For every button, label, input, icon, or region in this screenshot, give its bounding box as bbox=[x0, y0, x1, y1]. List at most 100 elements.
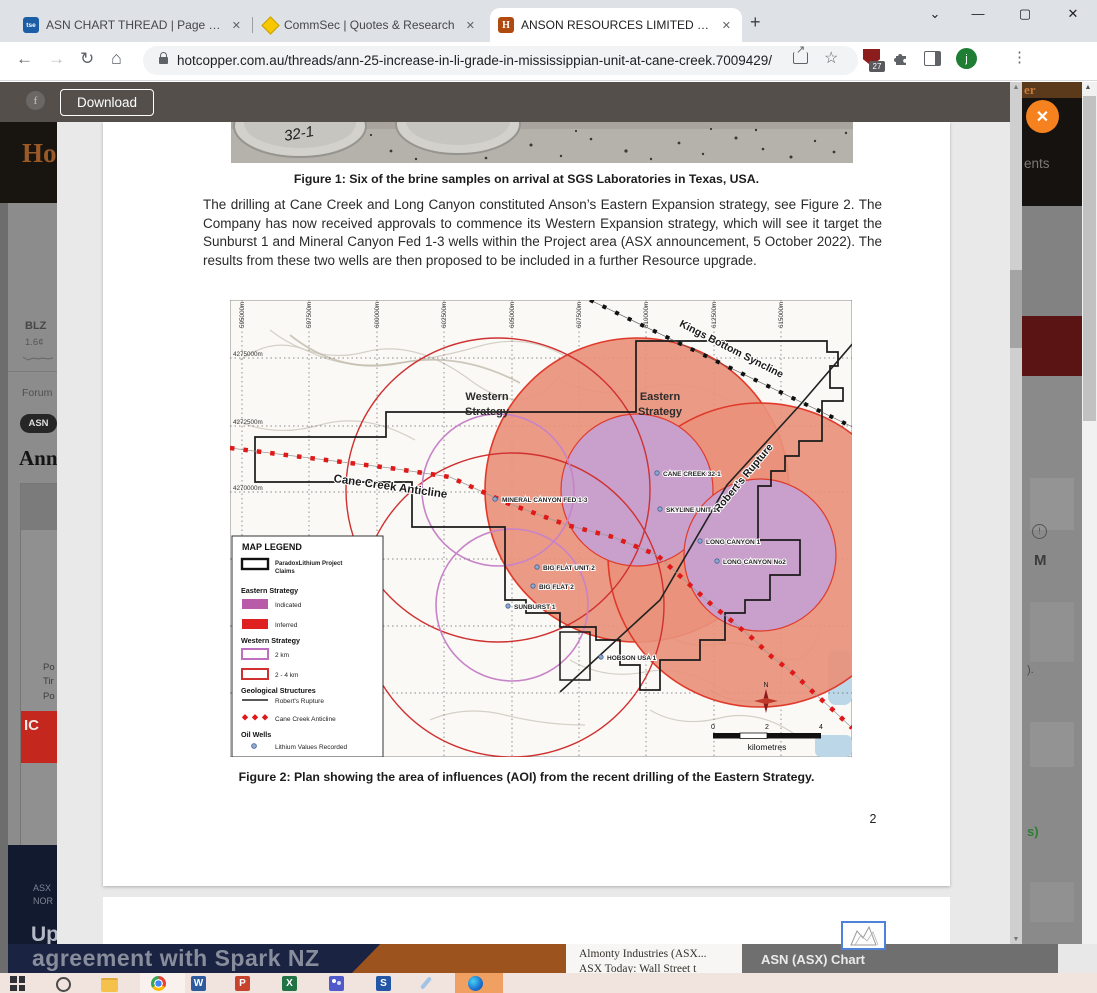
figure2-caption: Figure 2: Plan showing the area of influ… bbox=[103, 770, 950, 784]
edge-icon[interactable] bbox=[468, 976, 483, 991]
svg-text:Inferred: Inferred bbox=[275, 622, 298, 629]
profile-avatar[interactable]: j bbox=[956, 48, 977, 69]
s-app-icon[interactable]: S bbox=[376, 976, 391, 991]
logo-fragment: er bbox=[1024, 82, 1036, 98]
tab-close-icon[interactable]: ✕ bbox=[463, 19, 478, 32]
alert-icon: ! bbox=[1032, 524, 1047, 539]
scroll-down-icon[interactable]: ▼ bbox=[1010, 936, 1022, 943]
file-explorer-icon[interactable] bbox=[101, 978, 118, 992]
svg-text:HOBSON USA 1: HOBSON USA 1 bbox=[607, 655, 657, 662]
tse-favicon: tse bbox=[23, 17, 39, 33]
browser-scrollbar-thumb[interactable] bbox=[1083, 96, 1096, 421]
omnibox[interactable]: hotcopper.com.au/threads/ann-25-increase… bbox=[143, 46, 858, 75]
kebab-menu-icon[interactable]: ⋮ bbox=[1012, 48, 1027, 66]
back-icon[interactable]: ← bbox=[16, 49, 33, 69]
teams-icon[interactable] bbox=[329, 976, 344, 991]
post-card: Po Tir Po IC bbox=[20, 483, 57, 847]
sparkline bbox=[23, 353, 53, 363]
ad-block[interactable]: IC bbox=[21, 711, 57, 763]
tab-close-icon[interactable]: ✕ bbox=[719, 19, 734, 32]
viewer-toolbar: Download bbox=[0, 82, 1010, 122]
tab-commsec[interactable]: CommSec | Quotes & Research ✕ bbox=[256, 8, 486, 42]
page-number: 2 bbox=[853, 812, 893, 826]
side-panel-icon[interactable] bbox=[924, 51, 941, 66]
breadcrumb-forums[interactable]: Forum bbox=[22, 387, 52, 399]
tab-asn-chart-thread[interactable]: tse ASN CHART THREAD | Page 5 | T ✕ bbox=[15, 8, 252, 42]
window-menu-chevron-icon[interactable]: ⌄ bbox=[920, 6, 950, 22]
scroll-up-icon[interactable]: ▲ bbox=[1010, 84, 1022, 91]
svg-text:612500m: 612500m bbox=[711, 302, 718, 328]
svg-text:Western: Western bbox=[465, 391, 508, 403]
svg-text:602500m: 602500m bbox=[441, 302, 448, 328]
windows-taskbar: W P X S bbox=[0, 973, 1097, 993]
svg-text:kilometres: kilometres bbox=[748, 742, 787, 752]
svg-text:LONG CANYON No2: LONG CANYON No2 bbox=[723, 559, 786, 566]
word-icon[interactable]: W bbox=[191, 976, 206, 991]
share-icon[interactable] bbox=[793, 52, 808, 64]
window-minimize-icon[interactable]: — bbox=[963, 6, 993, 21]
news-title[interactable]: Almonty Industries (ASX... bbox=[579, 948, 706, 960]
svg-text:Strategy: Strategy bbox=[638, 406, 683, 418]
tab-title: ANSON RESOURCES LIMITED (AS bbox=[521, 18, 712, 32]
facebook-icon[interactable]: f bbox=[26, 91, 45, 110]
svg-text:Eastern Strategy: Eastern Strategy bbox=[241, 586, 298, 595]
start-menu-icon[interactable] bbox=[10, 976, 25, 991]
tab-close-icon[interactable]: ✕ bbox=[229, 19, 244, 32]
tab-anson-resources[interactable]: H ANSON RESOURCES LIMITED (AS ✕ bbox=[490, 8, 742, 42]
document-paragraph: The drilling at Cane Creek and Long Cany… bbox=[203, 196, 882, 270]
bookmark-star-icon[interactable]: ☆ bbox=[824, 48, 838, 68]
url-text[interactable]: hotcopper.com.au/threads/ann-25-increase… bbox=[177, 53, 777, 68]
svg-text:4270000m: 4270000m bbox=[233, 485, 263, 492]
scroll-up-icon[interactable]: ▲ bbox=[1082, 84, 1094, 91]
extensions-puzzle-icon[interactable] bbox=[893, 50, 909, 66]
download-button[interactable]: Download bbox=[60, 89, 154, 116]
powerpoint-icon[interactable]: P bbox=[235, 976, 250, 991]
forward-icon[interactable]: → bbox=[48, 49, 65, 69]
background-page-right: er ents ! M ). s) bbox=[1022, 82, 1082, 945]
hotcopper-logo: Ho bbox=[22, 138, 57, 169]
home-icon[interactable]: ⌂ bbox=[111, 48, 122, 69]
svg-text:597500m: 597500m bbox=[306, 302, 313, 328]
extension-badge: 27 bbox=[869, 61, 885, 72]
chrome-icon[interactable] bbox=[151, 976, 166, 991]
svg-text:Indicated: Indicated bbox=[275, 602, 302, 609]
svg-text:0: 0 bbox=[711, 724, 715, 731]
pdf-scrollbar-thumb[interactable] bbox=[1010, 270, 1022, 348]
dimmed-banner-block bbox=[1022, 316, 1082, 376]
background-page-left: Ho BLZ 1.6¢ Forum ASN Ann Po Tir Po IC A… bbox=[0, 82, 57, 973]
svg-text:4272500m: 4272500m bbox=[233, 419, 263, 426]
screen: tse ASN CHART THREAD | Page 5 | T ✕ Comm… bbox=[0, 0, 1097, 993]
hotcopper-header-bg: Ho bbox=[0, 122, 57, 203]
svg-text:MINERAL CANYON FED 1-3: MINERAL CANYON FED 1-3 bbox=[502, 497, 588, 504]
svg-text:Strategy: Strategy bbox=[465, 406, 510, 418]
overlay-close-button[interactable]: ✕ bbox=[1026, 100, 1059, 133]
svg-text:Cane Creek Anticline: Cane Creek Anticline bbox=[275, 716, 336, 723]
svg-text:4: 4 bbox=[819, 724, 823, 731]
chart-thumbnail[interactable] bbox=[841, 921, 886, 950]
svg-text:Eastern: Eastern bbox=[640, 391, 681, 403]
lock-icon[interactable] bbox=[159, 57, 168, 64]
banner-text: agreement with Spark NZ bbox=[32, 945, 320, 972]
pdf-scrollbar[interactable]: ▲ ▼ bbox=[1010, 82, 1022, 945]
window-close-icon[interactable]: ✕ bbox=[1058, 6, 1088, 22]
svg-text:607500m: 607500m bbox=[576, 302, 583, 328]
spark-ad-banner[interactable]: agreement with Spark NZ bbox=[8, 944, 566, 975]
svg-text:605000m: 605000m bbox=[509, 302, 516, 328]
figure2-map: 595000m 597500m 600000m 602500m 605000m … bbox=[230, 300, 852, 757]
nav-fragment: ents bbox=[1024, 156, 1050, 171]
pen-app-icon[interactable] bbox=[420, 976, 432, 989]
taskbar-search-icon[interactable] bbox=[56, 977, 71, 992]
asn-stock-badge[interactable]: ASN bbox=[20, 414, 57, 433]
excel-icon[interactable]: X bbox=[282, 976, 297, 991]
reload-icon[interactable]: ↻ bbox=[80, 49, 94, 69]
svg-text:600000m: 600000m bbox=[374, 302, 381, 328]
svg-text:Western Strategy: Western Strategy bbox=[241, 636, 300, 645]
new-tab-button[interactable]: + bbox=[750, 12, 761, 33]
news-card[interactable]: Almonty Industries (ASX... ASX Today: Wa… bbox=[566, 944, 742, 975]
browser-scrollbar[interactable]: ▲ bbox=[1082, 82, 1097, 975]
asn-chart-bar[interactable]: ASN (ASX) Chart bbox=[742, 944, 1058, 975]
svg-text:BIG FLAT 2: BIG FLAT 2 bbox=[539, 584, 574, 591]
window-maximize-icon[interactable]: ▢ bbox=[1010, 6, 1040, 22]
bottom-right-gap bbox=[1058, 944, 1097, 975]
svg-text:Robert's Rupture: Robert's Rupture bbox=[275, 698, 324, 705]
